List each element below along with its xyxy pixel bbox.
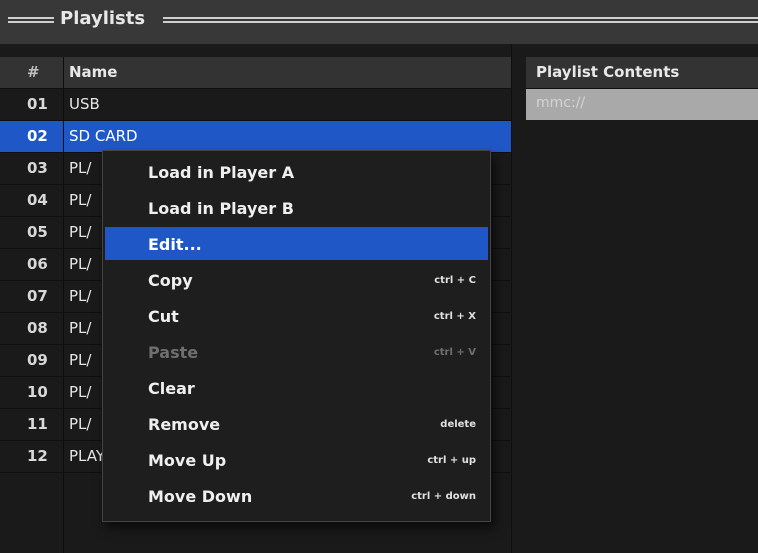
table-row[interactable]: 01 USB: [0, 89, 511, 121]
row-number: 03: [27, 159, 48, 177]
menu-item-shortcut: ctrl + down: [411, 491, 476, 502]
column-header-name[interactable]: Name: [69, 63, 117, 81]
contents-item-label: mmc://: [536, 95, 586, 111]
row-number: 05: [27, 223, 48, 241]
menu-item-label: Paste: [148, 343, 199, 362]
context-menu: Load in Player A Load in Player B Edit..…: [102, 150, 491, 522]
menu-item-shortcut: delete: [440, 419, 476, 430]
menu-item-paste[interactable]: Paste ctrl + V: [103, 335, 490, 368]
menu-item-cut[interactable]: Cut ctrl + X: [103, 299, 490, 332]
row-name: PL/: [69, 351, 92, 369]
contents-header: Playlist Contents: [526, 57, 758, 89]
menu-item-edit[interactable]: Edit...: [105, 227, 488, 260]
row-number: 09: [27, 351, 48, 369]
row-number: 07: [27, 287, 48, 305]
menu-item-load-player-a[interactable]: Load in Player A: [103, 155, 490, 188]
menu-item-clear[interactable]: Clear: [103, 371, 490, 404]
title-grip-left: [8, 17, 54, 19]
row-name: USB: [69, 95, 100, 113]
row-name: PL/: [69, 159, 92, 177]
menu-item-label: Clear: [148, 379, 195, 398]
menu-item-move-up[interactable]: Move Up ctrl + up: [103, 443, 490, 476]
row-number: 12: [27, 447, 48, 465]
row-name: SD CARD: [69, 127, 138, 145]
panel-title-bar: Playlists: [0, 0, 758, 45]
menu-item-shortcut: ctrl + V: [433, 347, 476, 358]
row-name: PL/: [69, 255, 92, 273]
menu-item-move-down[interactable]: Move Down ctrl + down: [103, 479, 490, 512]
row-name: PL/: [69, 191, 92, 209]
menu-item-label: Edit...: [148, 235, 202, 254]
menu-item-label: Move Down: [148, 487, 253, 506]
menu-item-label: Copy: [148, 271, 193, 290]
contents-header-label: Playlist Contents: [536, 63, 680, 81]
row-name: PL/: [69, 383, 92, 401]
row-number: 11: [27, 415, 48, 433]
menu-item-label: Cut: [148, 307, 179, 326]
menu-item-remove[interactable]: Remove delete: [103, 407, 490, 440]
table-row-selected[interactable]: 02 SD CARD: [0, 121, 511, 153]
contents-item[interactable]: mmc://: [526, 89, 758, 120]
menu-item-copy[interactable]: Copy ctrl + C: [103, 263, 490, 296]
row-number: 06: [27, 255, 48, 273]
row-name: PL/: [69, 415, 92, 433]
menu-item-label: Move Up: [148, 451, 227, 470]
playlist-contents-panel: Playlist Contents mmc://: [511, 44, 758, 553]
panel-title: Playlists: [60, 8, 146, 29]
title-grip-right: [163, 17, 758, 19]
menu-item-shortcut: ctrl + X: [433, 311, 476, 322]
row-name: PL/: [69, 287, 92, 305]
row-name: PL/: [69, 223, 92, 241]
row-number: 04: [27, 191, 48, 209]
menu-item-shortcut: ctrl + C: [434, 275, 476, 286]
menu-item-load-player-b[interactable]: Load in Player B: [103, 191, 490, 224]
menu-item-label: Load in Player B: [148, 199, 294, 218]
menu-item-label: Remove: [148, 415, 221, 434]
column-header-number[interactable]: #: [27, 63, 40, 81]
row-number: 01: [27, 95, 48, 113]
row-number: 08: [27, 319, 48, 337]
row-number: 02: [27, 127, 48, 145]
row-number: 10: [27, 383, 48, 401]
table-header: # Name: [0, 57, 511, 89]
row-name: PL/: [69, 319, 92, 337]
menu-item-shortcut: ctrl + up: [427, 455, 476, 466]
menu-item-label: Load in Player A: [148, 163, 295, 182]
column-divider: [63, 57, 64, 553]
